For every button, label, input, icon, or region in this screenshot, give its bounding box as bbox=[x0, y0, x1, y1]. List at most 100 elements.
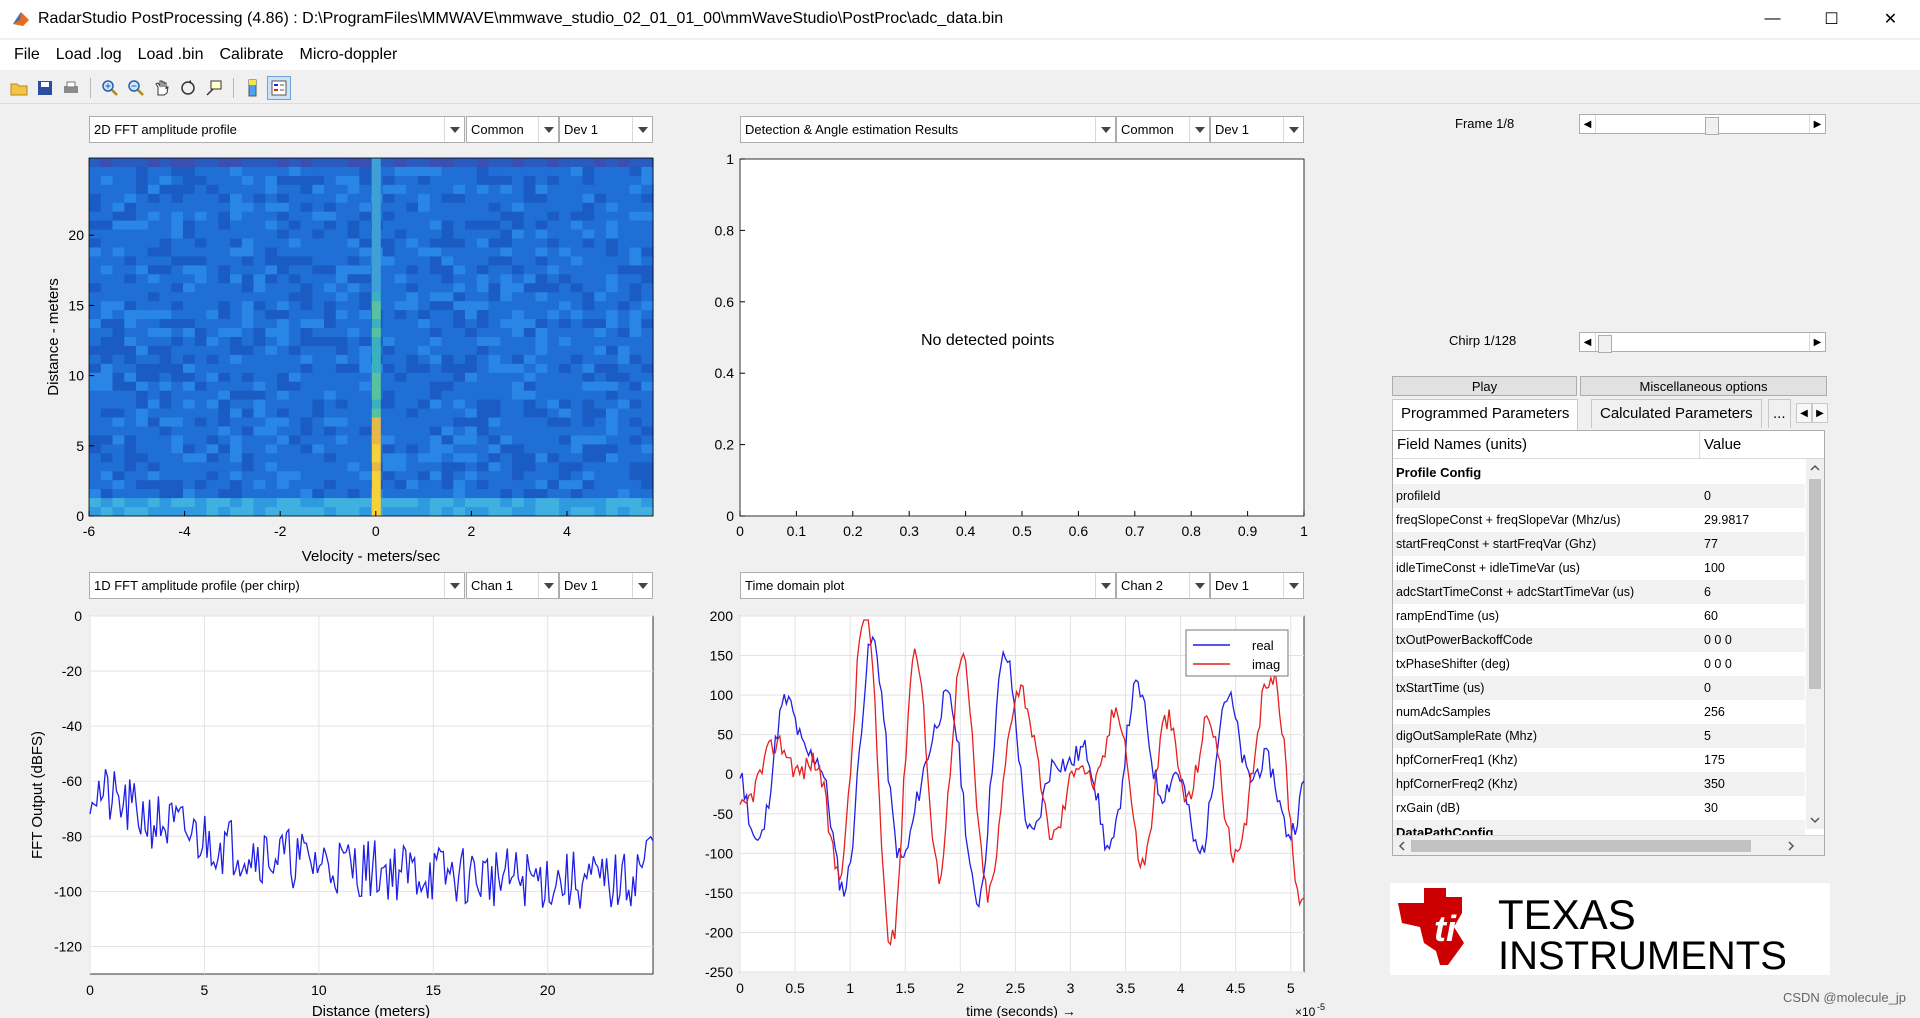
slider-left-arrow-icon[interactable]: ◀ bbox=[1580, 333, 1596, 351]
plot1-type-select[interactable]: 2D FFT amplitude profile bbox=[89, 116, 465, 143]
menu-calibrate[interactable]: Calibrate bbox=[211, 46, 291, 64]
rotate-icon[interactable] bbox=[176, 76, 200, 100]
table-row[interactable]: hpfCornerFreq2 (Khz) 350 bbox=[1393, 772, 1805, 796]
heatmap-cell bbox=[606, 283, 619, 293]
maximize-button[interactable]: ☐ bbox=[1802, 0, 1861, 38]
y-tick-label: -200 bbox=[705, 924, 733, 940]
value-cell[interactable]: 0 bbox=[1700, 489, 1805, 503]
pan-icon[interactable] bbox=[150, 76, 174, 100]
tab-programmed-parameters[interactable]: Programmed Parameters bbox=[1392, 399, 1579, 430]
value-cell[interactable]: 350 bbox=[1700, 777, 1805, 791]
chevron-right-icon[interactable] bbox=[1784, 837, 1798, 855]
colorbar-icon[interactable] bbox=[241, 76, 265, 100]
chevron-up-icon[interactable] bbox=[1806, 461, 1824, 475]
heatmap-cell bbox=[476, 202, 490, 213]
heatmap-cell bbox=[394, 417, 407, 427]
value-cell[interactable]: 0 bbox=[1700, 681, 1805, 695]
plot4-dev-select[interactable]: Dev 1 bbox=[1210, 572, 1304, 599]
menu-micro-doppler[interactable]: Micro-doppler bbox=[292, 46, 406, 64]
plot4-type-select[interactable]: Time domain plot bbox=[740, 572, 1116, 599]
misc-options-button[interactable]: Miscellaneous options bbox=[1580, 376, 1827, 396]
table-row[interactable]: txOutPowerBackoffCode 0 0 0 bbox=[1393, 628, 1805, 652]
value-cell[interactable]: 175 bbox=[1700, 753, 1805, 767]
slider-left-arrow-icon[interactable]: ◀ bbox=[1580, 115, 1596, 133]
chirp-slider[interactable]: ◀ ▶ bbox=[1579, 332, 1826, 353]
heatmap-cell bbox=[230, 319, 243, 329]
plot4-chan-select[interactable]: Chan 2 bbox=[1116, 572, 1210, 599]
heatmap-cell bbox=[535, 417, 548, 427]
table-row[interactable]: digOutSampleRate (Mhz) 5 bbox=[1393, 724, 1805, 748]
print-icon[interactable] bbox=[59, 76, 83, 100]
slider-right-arrow-icon[interactable]: ▶ bbox=[1809, 115, 1825, 133]
tab-calculated-parameters[interactable]: Calculated Parameters bbox=[1591, 399, 1762, 428]
table-row[interactable]: txPhaseShifter (deg) 0 0 0 bbox=[1393, 652, 1805, 676]
chevron-left-icon[interactable] bbox=[1395, 837, 1409, 855]
chevron-down-icon[interactable] bbox=[1806, 813, 1824, 827]
heatmap-cell bbox=[594, 435, 607, 445]
table-row[interactable]: adcStartTimeConst + adcStartTimeVar (us)… bbox=[1393, 580, 1805, 604]
heatmap-cell bbox=[171, 301, 184, 311]
table-row[interactable]: txStartTime (us) 0 bbox=[1393, 676, 1805, 700]
value-cell[interactable]: 0 0 0 bbox=[1700, 633, 1805, 647]
close-button[interactable]: ✕ bbox=[1861, 0, 1920, 38]
menu-load-log[interactable]: Load .log bbox=[48, 46, 130, 64]
value-cell[interactable]: 77 bbox=[1700, 537, 1805, 551]
heatmap-cell bbox=[418, 507, 431, 517]
value-cell[interactable]: 60 bbox=[1700, 609, 1805, 623]
table-row[interactable]: rampEndTime (us) 60 bbox=[1393, 604, 1805, 628]
heatmap-cell bbox=[159, 345, 172, 356]
tab-scroll-left-icon[interactable]: ◀ bbox=[1796, 403, 1812, 423]
save-icon[interactable] bbox=[33, 76, 57, 100]
menu-file[interactable]: File bbox=[6, 46, 48, 64]
table-horizontal-scrollbar[interactable] bbox=[1393, 835, 1824, 855]
plot3-type-select[interactable]: 1D FFT amplitude profile (per chirp) bbox=[89, 572, 465, 599]
table-row[interactable]: numAdcSamples 256 bbox=[1393, 700, 1805, 724]
table-row[interactable]: startFreqConst + startFreqVar (Ghz) 77 bbox=[1393, 532, 1805, 556]
plot3-axes[interactable]: 0 5 10 15 200-20-40-60-80-100-120 Distance (… bbox=[0, 600, 680, 1018]
zoom-out-icon[interactable] bbox=[124, 76, 148, 100]
plot2-type-select[interactable]: Detection & Angle estimation Results bbox=[740, 116, 1116, 143]
table-row[interactable]: hpfCornerFreq1 (Khz) 175 bbox=[1393, 748, 1805, 772]
plot1-mode-select[interactable]: Common bbox=[466, 116, 559, 143]
table-vertical-scrollbar[interactable] bbox=[1806, 459, 1824, 829]
value-cell[interactable]: 29.9817 bbox=[1700, 513, 1805, 527]
heatmap-cell bbox=[136, 498, 149, 508]
value-cell[interactable]: 5 bbox=[1700, 729, 1805, 743]
value-cell[interactable]: 256 bbox=[1700, 705, 1805, 719]
play-button[interactable]: Play bbox=[1392, 376, 1577, 396]
minimize-button[interactable]: — bbox=[1743, 0, 1802, 38]
plot1-dev-select[interactable]: Dev 1 bbox=[559, 116, 653, 143]
tab-more[interactable]: ... bbox=[1768, 399, 1791, 428]
table-row[interactable]: rxGain (dB) 30 bbox=[1393, 796, 1805, 820]
menu-load-bin[interactable]: Load .bin bbox=[130, 46, 212, 64]
value-cell[interactable]: 0 0 0 bbox=[1700, 657, 1805, 671]
table-row[interactable]: idleTimeConst + idleTimeVar (us) 100 bbox=[1393, 556, 1805, 580]
plot2-dev-select[interactable]: Dev 1 bbox=[1210, 116, 1304, 143]
value-cell[interactable]: 100 bbox=[1700, 561, 1805, 575]
plot3-chan-select[interactable]: Chan 1 bbox=[466, 572, 559, 599]
heatmap-cell bbox=[394, 202, 407, 213]
table-row[interactable]: freqSlopeConst + freqSlopeVar (Mhz/us) 29… bbox=[1393, 508, 1805, 532]
table-row[interactable]: profileId 0 bbox=[1393, 484, 1805, 508]
value-cell[interactable]: 6 bbox=[1700, 585, 1805, 599]
plot1-axes[interactable]: -6 -4 -2 0 2 405101520 Velocity - meters/sec … bbox=[0, 145, 680, 570]
slider-right-arrow-icon[interactable]: ▶ bbox=[1809, 333, 1825, 351]
plot3-dev-select[interactable]: Dev 1 bbox=[559, 572, 653, 599]
tab-scroll-right-icon[interactable]: ▶ bbox=[1812, 403, 1828, 423]
plot4-legend[interactable]: real imag bbox=[1185, 629, 1289, 677]
plot2-mode-select[interactable]: Common bbox=[1116, 116, 1210, 143]
legend-icon[interactable] bbox=[267, 75, 291, 100]
zoom-in-icon[interactable] bbox=[98, 76, 122, 100]
data-cursor-icon[interactable] bbox=[202, 76, 226, 100]
frame-slider[interactable]: ◀ ▶ bbox=[1579, 114, 1826, 135]
heatmap-cell bbox=[547, 390, 560, 401]
heatmap-cell bbox=[241, 301, 255, 311]
open-icon[interactable] bbox=[7, 76, 31, 100]
plot4-axes[interactable]: 0 0.5 1 1.5 2 2.5 3 3.5 4 4.5 5200150100500-50-100… bbox=[690, 600, 1340, 1018]
table-section-row[interactable]: Profile Config bbox=[1393, 460, 1805, 484]
parameters-table[interactable]: Field Names (units) Value Profile Config… bbox=[1392, 430, 1825, 856]
heatmap-cell bbox=[488, 229, 501, 240]
plot2-axes[interactable]: 0 0.1 0.2 0.3 0.4 0.5 0.6 0.7 0.8 0.9 100.20.40.60… bbox=[690, 145, 1330, 570]
heatmap-cell bbox=[606, 471, 619, 481]
value-cell[interactable]: 30 bbox=[1700, 801, 1805, 815]
